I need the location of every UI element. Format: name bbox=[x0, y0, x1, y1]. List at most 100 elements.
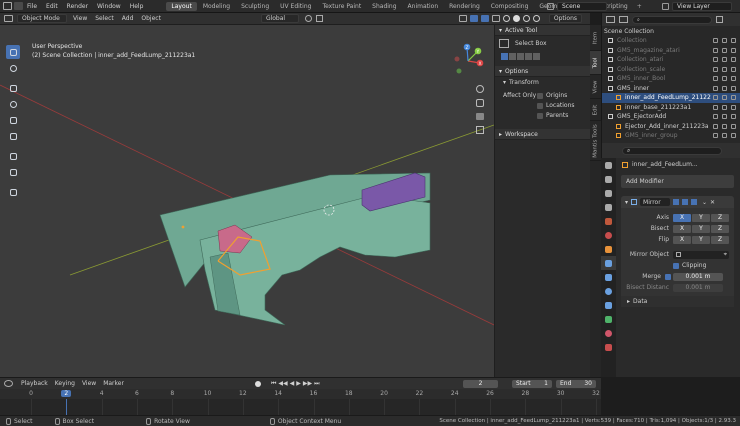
affect-origins-checkbox[interactable]: Origins bbox=[537, 91, 575, 101]
editor-type-icon[interactable] bbox=[4, 380, 13, 387]
eye-icon[interactable] bbox=[722, 47, 727, 53]
cursor-tool[interactable] bbox=[6, 61, 20, 75]
render-toggle-icon[interactable] bbox=[691, 199, 698, 205]
tab-render[interactable] bbox=[601, 172, 616, 186]
tab-compositing[interactable]: Compositing bbox=[486, 2, 534, 11]
eye-icon[interactable] bbox=[722, 114, 727, 120]
scale-tool[interactable] bbox=[6, 113, 20, 127]
menu-playback[interactable]: Playback bbox=[21, 380, 48, 387]
viewport-toggle-icon[interactable] bbox=[682, 199, 689, 205]
tab-layout[interactable]: Layout bbox=[166, 1, 197, 11]
menu-help[interactable]: Help bbox=[130, 3, 144, 10]
outliner-item[interactable]: GM5_EjectorAdd bbox=[602, 112, 740, 122]
outliner-item[interactable]: GM5_magazine_atari bbox=[602, 46, 740, 56]
eye-icon[interactable] bbox=[722, 38, 727, 44]
transform-subheader[interactable]: ▾ Transform bbox=[495, 77, 590, 88]
mode-selector[interactable]: Object Mode bbox=[17, 14, 67, 23]
shading-material-icon[interactable] bbox=[522, 15, 530, 22]
checkbox-icon[interactable] bbox=[713, 57, 718, 63]
tab-animation[interactable]: Animation bbox=[403, 2, 444, 11]
menu-select[interactable]: Select bbox=[95, 15, 114, 22]
tab-physics[interactable] bbox=[601, 284, 616, 298]
outliner-item[interactable]: Ejector_Add_inner_211223a bbox=[602, 122, 740, 132]
active-tool-header[interactable]: ▾ Active Tool bbox=[495, 25, 590, 36]
eye-icon[interactable] bbox=[722, 95, 727, 101]
options-header[interactable]: ▾ Options bbox=[495, 66, 590, 77]
filter-icon[interactable] bbox=[619, 16, 628, 23]
menu-edit[interactable]: Edit bbox=[46, 3, 58, 10]
outliner-item[interactable]: Collection_scale bbox=[602, 65, 740, 75]
checkbox-icon[interactable] bbox=[713, 104, 718, 110]
tab-sculpting[interactable]: Sculpting bbox=[236, 2, 274, 11]
camera-icon[interactable] bbox=[731, 95, 736, 101]
eye-icon[interactable] bbox=[722, 133, 727, 139]
outliner-item[interactable]: Collection_atari bbox=[602, 55, 740, 65]
add-workspace-button[interactable]: + bbox=[637, 3, 642, 10]
outliner-item[interactable]: GM5_inner_Bool bbox=[602, 74, 740, 84]
menu-keying[interactable]: Keying bbox=[55, 380, 75, 387]
add-cube-tool[interactable] bbox=[6, 185, 20, 199]
active-tool-row[interactable]: Select Box bbox=[495, 36, 590, 50]
xray-toggle-icon[interactable] bbox=[491, 15, 500, 22]
gizmo-neg-y-handle[interactable] bbox=[456, 68, 462, 74]
menu-add[interactable]: Add bbox=[122, 15, 134, 22]
outliner-search[interactable]: ⌕ bbox=[632, 15, 712, 24]
mode-extend-icon[interactable] bbox=[509, 52, 516, 60]
select-box-tool[interactable] bbox=[6, 45, 20, 59]
prev-key-icon[interactable]: ◀◀ bbox=[278, 380, 287, 387]
merge-value-field[interactable]: 0.001 m bbox=[673, 272, 723, 281]
flip-z-button[interactable]: Z bbox=[711, 235, 729, 244]
eye-icon[interactable] bbox=[722, 85, 727, 91]
modifier-name-field[interactable]: Mirror bbox=[640, 198, 671, 206]
tab-texture[interactable] bbox=[601, 340, 616, 354]
transform-tool[interactable] bbox=[6, 129, 20, 143]
start-frame-field[interactable]: Start 1 bbox=[512, 379, 552, 388]
workspace-header[interactable]: ▸ Workspace bbox=[495, 129, 590, 140]
tab-data[interactable] bbox=[601, 312, 616, 326]
bisect-z-button[interactable]: Z bbox=[711, 224, 729, 233]
timeline[interactable]: 0 2 4 6 8 10 12 14 16 18 20 22 24 26 28 30 32 bbox=[0, 389, 601, 415]
outliner-scene-collection[interactable]: Scene Collection bbox=[602, 26, 740, 36]
next-key-icon[interactable]: ▶▶ bbox=[303, 380, 312, 387]
eye-icon[interactable] bbox=[722, 104, 727, 110]
mode-invert-icon[interactable] bbox=[525, 52, 532, 60]
options-button[interactable]: Options bbox=[548, 14, 582, 23]
snap-icon[interactable] bbox=[304, 15, 312, 22]
data-subpanel-header[interactable]: ▸ Data bbox=[621, 296, 734, 307]
mirror-object-field[interactable]: ⌖ bbox=[673, 250, 729, 259]
playhead-frame-label[interactable]: 2 bbox=[61, 390, 72, 397]
tab-item[interactable]: Item bbox=[590, 25, 601, 51]
axis-z-button[interactable]: Z bbox=[711, 213, 729, 222]
tab-tool[interactable]: Tool bbox=[590, 51, 601, 75]
tab-rendering[interactable]: Rendering bbox=[444, 2, 485, 11]
editor-type-icon[interactable] bbox=[606, 16, 615, 23]
modifier-header[interactable]: ▾ Mirror ⌄ ✕ bbox=[621, 196, 734, 208]
tab-world[interactable] bbox=[601, 228, 616, 242]
tab-mantis-tools[interactable]: Mantis Tools bbox=[590, 121, 601, 161]
axis-y-button[interactable]: Y bbox=[692, 213, 710, 222]
collapse-icon[interactable]: ▾ bbox=[625, 199, 628, 206]
play-reverse-icon[interactable]: ◀ bbox=[290, 380, 295, 387]
eyedropper-icon[interactable]: ⌖ bbox=[724, 251, 727, 259]
tab-output[interactable] bbox=[601, 186, 616, 200]
camera-icon[interactable] bbox=[731, 104, 736, 110]
tab-texture-paint[interactable]: Texture Paint bbox=[317, 2, 366, 11]
tab-view-layer[interactable] bbox=[601, 200, 616, 214]
modifier-dropdown-icon[interactable]: ⌄ bbox=[702, 199, 707, 206]
tab-modifiers[interactable] bbox=[601, 256, 616, 270]
merge-checkbox[interactable] bbox=[665, 273, 671, 280]
eye-icon[interactable] bbox=[722, 123, 727, 129]
camera-icon[interactable] bbox=[476, 113, 484, 120]
outliner-item[interactable]: GM5_inner_group bbox=[602, 131, 740, 141]
bisect-y-button[interactable]: Y bbox=[692, 224, 710, 233]
tab-view[interactable]: View bbox=[590, 75, 601, 99]
checkbox-icon[interactable] bbox=[713, 114, 718, 120]
eye-icon[interactable] bbox=[722, 57, 727, 63]
tab-edit[interactable]: Edit bbox=[590, 99, 601, 121]
eye-icon[interactable] bbox=[722, 66, 727, 72]
menu-view[interactable]: View bbox=[73, 15, 87, 22]
end-frame-field[interactable]: End 30 bbox=[556, 379, 596, 388]
tab-shading[interactable]: Shading bbox=[367, 2, 401, 11]
current-frame-field[interactable]: 2 bbox=[463, 379, 498, 388]
gizmo-toggle-icon[interactable] bbox=[469, 15, 478, 22]
